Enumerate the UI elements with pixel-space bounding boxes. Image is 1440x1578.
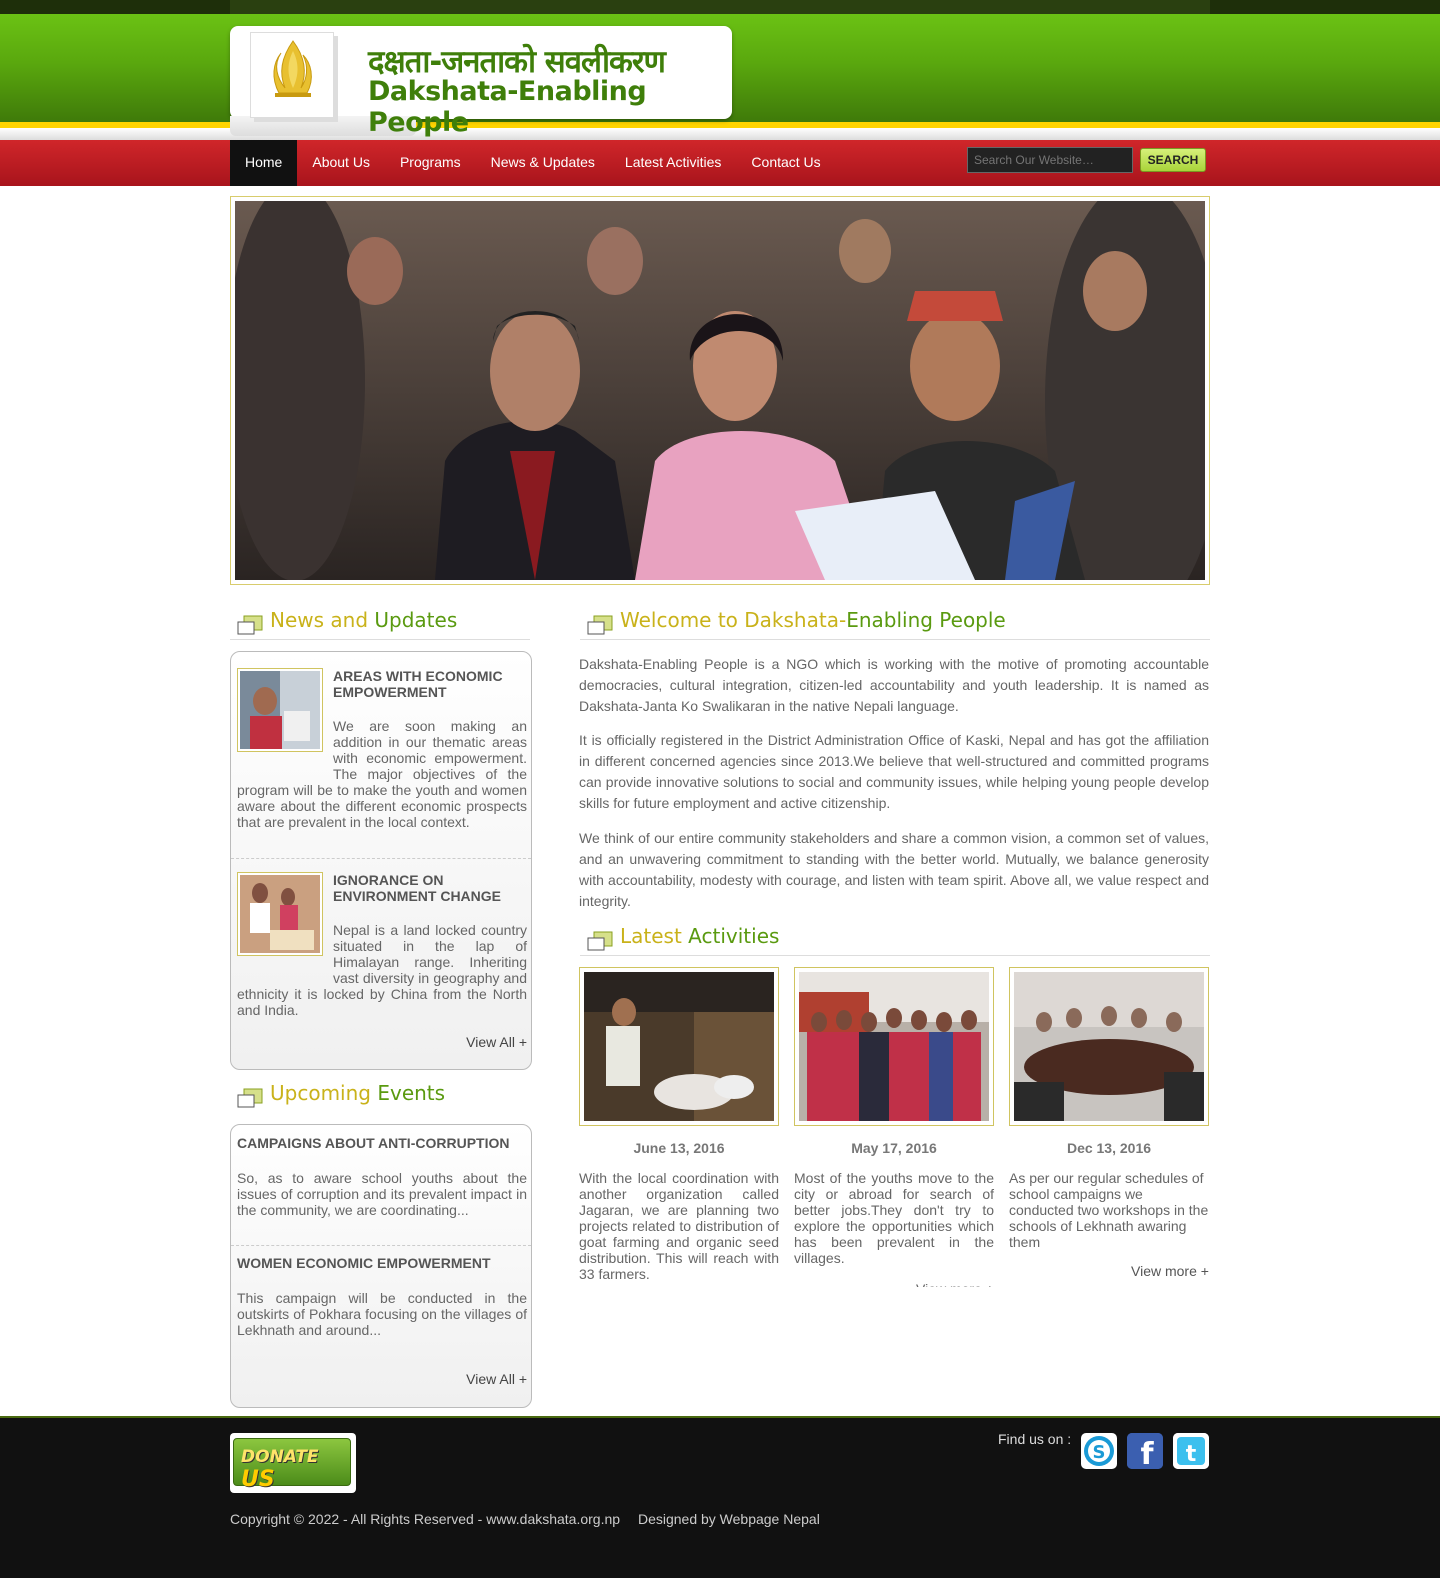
site-logo[interactable]: दक्षता-जनताको सवलीकरण Dakshata-Enabling … — [230, 26, 732, 138]
news-item: AREAS WITH ECONOMIC EMPOWERMENT We are s… — [237, 668, 527, 838]
welcome-paragraph: It is officially registered in the Distr… — [579, 732, 1209, 811]
nav-latest-activities[interactable]: Latest Activities — [610, 140, 737, 186]
news-body: We are soon making an addition in our th… — [237, 718, 527, 830]
footer — [0, 1416, 1440, 1578]
events-heading-part1: Upcoming — [270, 1081, 378, 1105]
activity-photo[interactable] — [1009, 967, 1209, 1126]
donate-us-label: US — [241, 1467, 275, 1492]
donate-button[interactable]: DONATE US — [230, 1433, 356, 1493]
hero-photo — [235, 201, 1205, 580]
activity-date: May 17, 2016 — [851, 1140, 937, 1156]
folder-icon — [587, 931, 613, 951]
activity-text: As per our regular schedules of school c… — [1009, 1170, 1209, 1250]
folder-icon — [237, 1088, 263, 1108]
folder-icon — [587, 615, 613, 635]
designer-credit-link[interactable]: Designed by Webpage Nepal — [638, 1511, 820, 1527]
divider — [231, 1245, 531, 1246]
svg-text:t: t — [1186, 1442, 1197, 1467]
search-button[interactable]: SEARCH — [1140, 148, 1206, 172]
welcome-heading-part2: Enabling People — [846, 608, 1006, 632]
activity-date: June 13, 2016 — [633, 1140, 725, 1156]
news-view-all-link[interactable]: View All + — [466, 1034, 527, 1050]
events-view-all-link[interactable]: View All + — [466, 1371, 527, 1387]
news-title[interactable]: AREAS WITH ECONOMIC EMPOWERMENT — [333, 668, 527, 700]
activities-heading-part2: Activities — [688, 924, 780, 948]
nav-contact-us[interactable]: Contact Us — [736, 140, 835, 186]
event-title[interactable]: CAMPAIGNS ABOUT ANTI-CORRUPTION — [237, 1135, 509, 1151]
activity-photo[interactable] — [794, 967, 994, 1126]
welcome-paragraph: We think of our entire community stakeho… — [579, 830, 1209, 909]
events-section-heading: Upcoming Events — [230, 1077, 530, 1113]
news-body: Nepal is a land locked country situated … — [237, 922, 527, 1018]
main-nav: Home About Us Programs News & Updates La… — [0, 140, 1440, 186]
news-title[interactable]: IGNORANCE ON ENVIRONMENT CHANGE — [333, 872, 527, 904]
footer-copyright: Copyright © 2022 - All Rights Reserved -… — [230, 1511, 834, 1527]
activities-view-more-link[interactable]: View more + — [1131, 1263, 1209, 1279]
logo-emblem — [250, 32, 334, 118]
nav-home[interactable]: Home — [230, 140, 298, 186]
folder-icon — [237, 615, 263, 635]
nav-news-updates[interactable]: News & Updates — [476, 140, 610, 186]
news-item: IGNORANCE ON ENVIRONMENT CHANGE Nepal is… — [237, 872, 527, 1022]
activities-heading-part1: Latest — [620, 924, 689, 948]
svg-text:S: S — [1093, 1442, 1106, 1463]
copyright-text: Copyright © 2022 - All Rights Reserved -… — [230, 1511, 621, 1527]
nav-about-us[interactable]: About Us — [297, 140, 385, 186]
news-heading-part1: News and — [270, 608, 375, 632]
twitter-icon[interactable]: t — [1173, 1433, 1209, 1469]
activity-text: Most of the youths move to the city or a… — [794, 1170, 994, 1266]
news-panel: AREAS WITH ECONOMIC EMPOWERMENT We are s… — [230, 651, 532, 1070]
hero-slider[interactable] — [230, 196, 1210, 585]
welcome-section-heading: Welcome to Dakshata-Enabling People — [580, 604, 1210, 640]
divider — [231, 858, 531, 859]
nav-programs[interactable]: Programs — [385, 140, 476, 186]
skype-icon[interactable]: S — [1081, 1433, 1117, 1469]
activity-text: With the local coordination with another… — [579, 1170, 779, 1282]
svg-text:f: f — [1140, 1437, 1154, 1469]
search-input[interactable] — [967, 147, 1133, 173]
events-heading-part2: Events — [377, 1081, 446, 1105]
logo-english-text: Dakshata-Enabling People — [368, 76, 647, 138]
event-title[interactable]: WOMEN ECONOMIC EMPOWERMENT — [237, 1255, 491, 1271]
donate-label: DONATE — [241, 1447, 319, 1467]
find-us-label: Find us on : — [998, 1431, 1072, 1447]
welcome-heading-part1: Welcome to Dakshata- — [620, 608, 847, 632]
welcome-paragraph: Dakshata-Enabling People is a NGO which … — [579, 656, 1209, 714]
activity-photo[interactable] — [579, 967, 779, 1126]
event-body: This campaign will be conducted in the o… — [237, 1290, 527, 1338]
event-body: So, as to aware school youths about the … — [237, 1170, 527, 1218]
events-panel: CAMPAIGNS ABOUT ANTI-CORRUPTION So, as t… — [230, 1124, 532, 1408]
top-band — [0, 0, 1440, 14]
activities-section-heading: Latest Activities — [580, 920, 1210, 956]
news-heading-part2: Updates — [374, 608, 458, 632]
news-section-heading: News and Updates — [230, 604, 530, 640]
activity-date: Dec 13, 2016 — [1066, 1140, 1152, 1156]
activity-view-more-clipped[interactable]: View more + — [916, 1281, 994, 1287]
facebook-icon[interactable]: f — [1127, 1433, 1163, 1472]
